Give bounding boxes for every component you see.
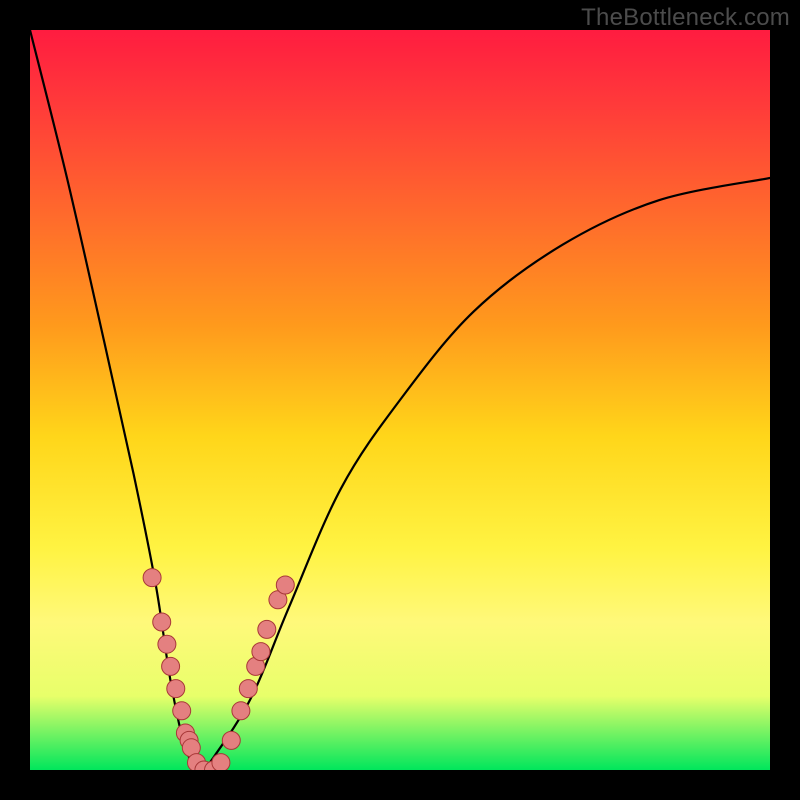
watermark-text: TheBottleneck.com <box>581 4 790 32</box>
data-point-marker <box>232 702 250 720</box>
data-point-marker <box>276 576 294 594</box>
bottleneck-curve <box>30 30 770 770</box>
curve-layer <box>30 30 770 770</box>
data-point-marker <box>143 569 161 587</box>
data-point-marker <box>252 643 270 661</box>
data-point-marker <box>239 680 257 698</box>
marker-group <box>143 569 294 770</box>
data-point-marker <box>173 702 191 720</box>
data-point-marker <box>158 635 176 653</box>
plot-area <box>30 30 770 770</box>
data-point-marker <box>162 657 180 675</box>
data-point-marker <box>222 731 240 749</box>
data-point-marker <box>258 620 276 638</box>
data-point-marker <box>212 754 230 770</box>
data-point-marker <box>167 680 185 698</box>
chart-stage: TheBottleneck.com <box>0 0 800 800</box>
data-point-marker <box>153 613 171 631</box>
